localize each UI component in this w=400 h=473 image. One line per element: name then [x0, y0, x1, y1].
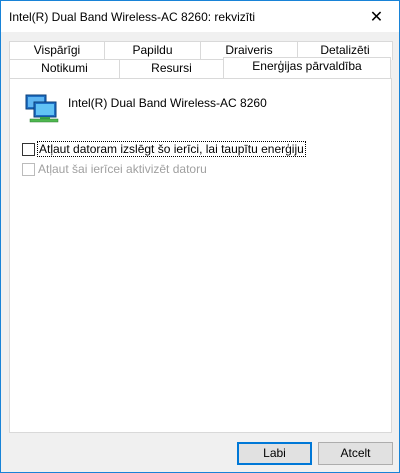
close-button[interactable]: ✕ [354, 1, 399, 32]
tab-advanced[interactable]: Papildu [104, 41, 201, 60]
window-title: Intel(R) Dual Band Wireless-AC 8260: rek… [9, 10, 256, 24]
tab-resources[interactable]: Resursi [119, 59, 224, 78]
allow-wake-option: Atļaut šai ierīcei aktivizēt datoru [22, 162, 207, 176]
allow-turn-off-option[interactable]: Atļaut datoram izslēgt šo ierīci, lai ta… [22, 141, 306, 157]
cancel-button[interactable]: Atcelt [318, 442, 393, 465]
ok-button[interactable]: Labi [237, 442, 312, 465]
close-icon: ✕ [369, 8, 384, 26]
allow-wake-label: Atļaut šai ierīcei aktivizēt datoru [38, 162, 207, 176]
title-bar: Intel(R) Dual Band Wireless-AC 8260: rek… [1, 1, 399, 32]
tab-general[interactable]: Vispārīgi [9, 41, 105, 60]
tab-events[interactable]: Notikumi [9, 59, 120, 78]
properties-dialog: Intel(R) Dual Band Wireless-AC 8260: rek… [0, 0, 400, 473]
allow-wake-checkbox [22, 162, 35, 176]
device-name: Intel(R) Dual Band Wireless-AC 8260 [68, 96, 267, 110]
allow-turn-off-checkbox[interactable] [22, 142, 35, 156]
tab-panel-power-management: Intel(R) Dual Band Wireless-AC 8260 Atļa… [9, 78, 392, 433]
tab-row-2: Notikumi Resursi Enerģijas pārvaldība [9, 57, 391, 78]
tab-power-management[interactable]: Enerģijas pārvaldība [223, 57, 391, 78]
network-adapter-icon [25, 94, 59, 123]
allow-turn-off-label[interactable]: Atļaut datoram izslēgt šo ierīci, lai ta… [37, 141, 306, 157]
